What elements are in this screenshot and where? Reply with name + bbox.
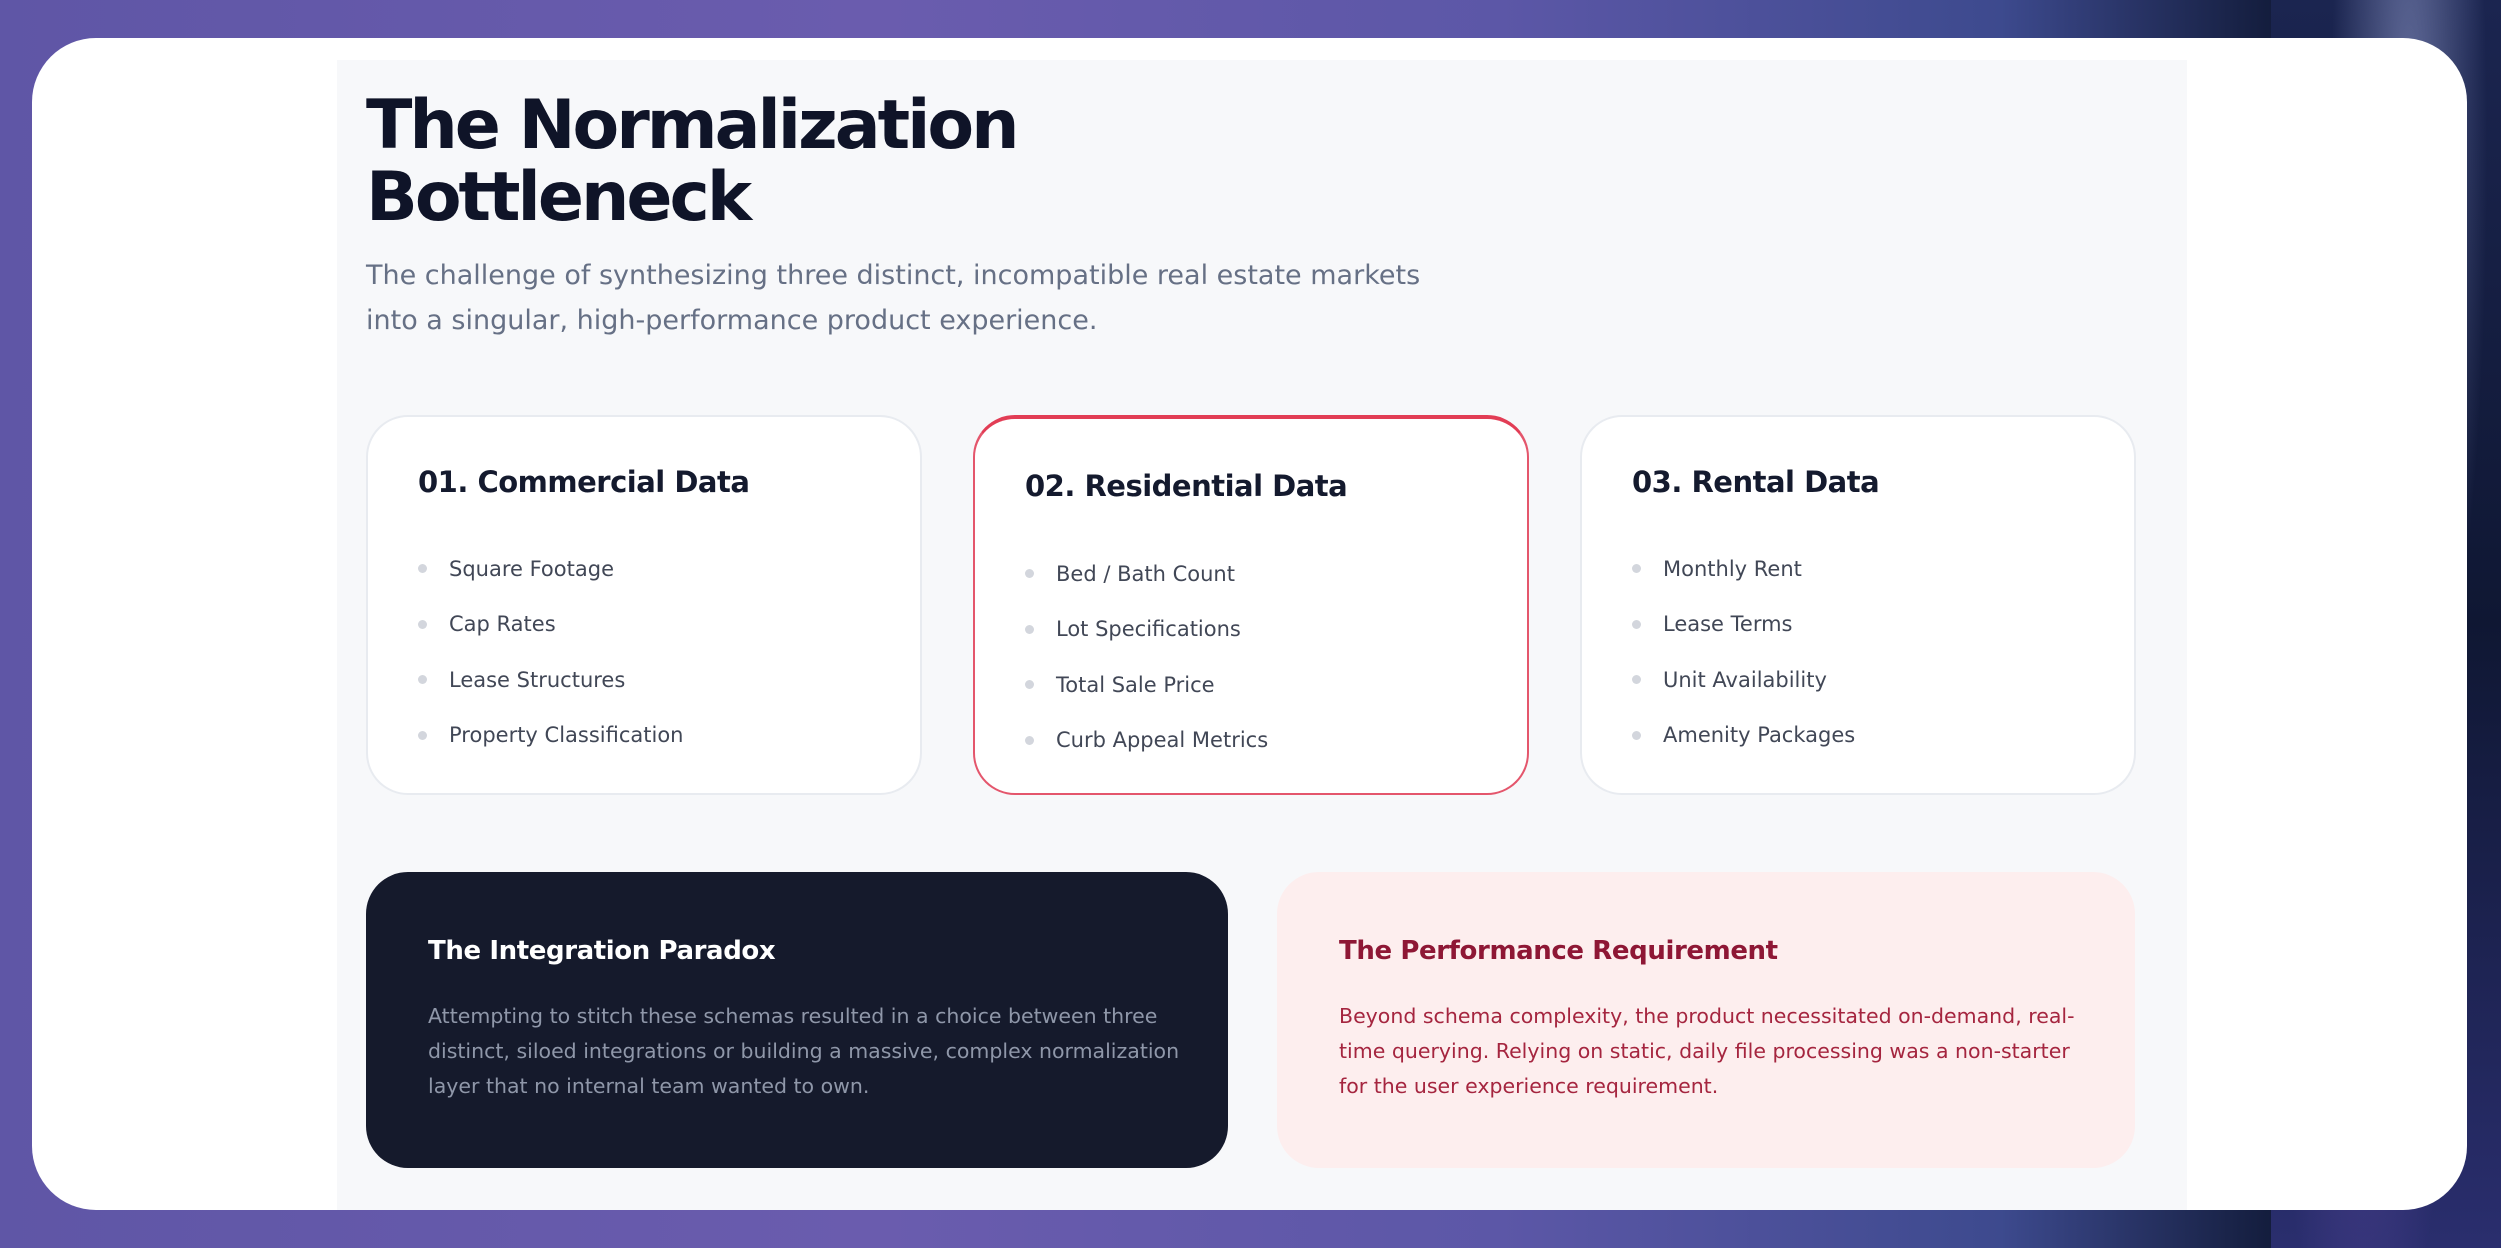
panel-body-line: layer that no internal team wanted to ow… (428, 1074, 870, 1098)
list-item-label: Cap Rates (449, 612, 556, 637)
panel-body: Attempting to stitch these schemas resul… (428, 999, 1188, 1104)
bullet-dot-icon (1025, 680, 1034, 690)
panel-body-line: Beyond schema complexity, the product ne… (1339, 1004, 2075, 1028)
bullet-dot-icon (418, 730, 427, 740)
list-item: Cap Rates (418, 597, 684, 653)
list-item: Square Footage (418, 541, 684, 597)
list-item: Monthly Rent (1632, 541, 1855, 597)
list-item: Lease Structures (418, 652, 684, 708)
panel-body-line: for the user experience requirement. (1339, 1074, 1719, 1098)
bullet-dot-icon (418, 619, 427, 629)
card-residential-data: 02. Residential Data Bed / Bath Count Lo… (973, 415, 1529, 795)
bullet-dot-icon (1632, 619, 1641, 629)
list-item-label: Amenity Packages (1663, 723, 1856, 748)
list-item: Unit Availability (1632, 652, 1855, 708)
bullet-dot-icon (1632, 730, 1641, 740)
bullet-dot-icon (1632, 564, 1641, 574)
page-title-line: Bottleneck (366, 158, 752, 237)
bullet-dot-icon (1632, 675, 1641, 685)
card-list: Monthly Rent Lease Terms Unit Availabili… (1632, 541, 1855, 763)
slide-frame: The Normalization Bottleneck The challen… (32, 38, 2467, 1210)
card-title: 03. Rental Data (1632, 465, 1880, 499)
list-item-label: Lease Terms (1663, 612, 1793, 637)
card-rental-data: 03. Rental Data Monthly Rent Lease Terms… (1580, 415, 2136, 795)
list-item: Curb Appeal Metrics (1025, 713, 1268, 769)
integration-paradox-panel: The Integration Paradox Attempting to st… (366, 872, 1228, 1168)
list-item-label: Lot Specifications (1056, 617, 1241, 642)
panel-title: The Performance Requirement (1339, 936, 1778, 966)
panel-title: The Integration Paradox (428, 936, 776, 966)
bullet-dot-icon (418, 675, 427, 685)
bullet-dot-icon (418, 564, 427, 574)
card-title: 01. Commercial Data (418, 465, 750, 499)
page-subtitle: The challenge of synthesizing three dist… (366, 253, 1466, 343)
card-commercial-data: 01. Commercial Data Square Footage Cap R… (366, 415, 922, 795)
list-item: Property Classification (418, 708, 684, 764)
card-title: 02. Residential Data (1025, 469, 1348, 503)
page-title-line: The Normalization (366, 86, 1020, 165)
list-item-label: Monthly Rent (1663, 556, 1802, 581)
list-item-label: Square Footage (449, 556, 614, 581)
content-section: The Normalization Bottleneck The challen… (337, 60, 2187, 1210)
list-item-label: Total Sale Price (1056, 672, 1215, 697)
card-list: Bed / Bath Count Lot Specifications Tota… (1025, 546, 1268, 768)
list-item-label: Lease Structures (449, 667, 626, 692)
panel-body: Beyond schema complexity, the product ne… (1339, 999, 2099, 1104)
page-title: The Normalization Bottleneck (366, 90, 1266, 234)
panel-body-line: distinct, siloed integrations or buildin… (428, 1039, 1180, 1063)
bullet-dot-icon (1025, 569, 1034, 579)
list-item-label: Property Classification (449, 723, 684, 748)
panel-body-line: Attempting to stitch these schemas resul… (428, 1004, 1158, 1028)
page-subtitle-line: The challenge of synthesizing three dist… (366, 260, 1421, 291)
bullet-dot-icon (1025, 624, 1034, 634)
performance-requirement-panel: The Performance Requirement Beyond schem… (1277, 872, 2135, 1168)
list-item-label: Unit Availability (1663, 667, 1827, 692)
card-list: Square Footage Cap Rates Lease Structure… (418, 541, 684, 763)
list-item-label: Bed / Bath Count (1056, 561, 1235, 586)
list-item: Bed / Bath Count (1025, 546, 1268, 602)
list-item: Lease Terms (1632, 597, 1855, 653)
list-item-label: Curb Appeal Metrics (1056, 728, 1269, 753)
list-item: Total Sale Price (1025, 657, 1268, 713)
list-item: Lot Specifications (1025, 602, 1268, 658)
bullet-dot-icon (1025, 735, 1034, 745)
list-item: Amenity Packages (1632, 708, 1855, 764)
page-subtitle-line: into a singular, high-performance produc… (366, 305, 1098, 336)
panel-body-line: time querying. Relying on static, daily … (1339, 1039, 2070, 1063)
